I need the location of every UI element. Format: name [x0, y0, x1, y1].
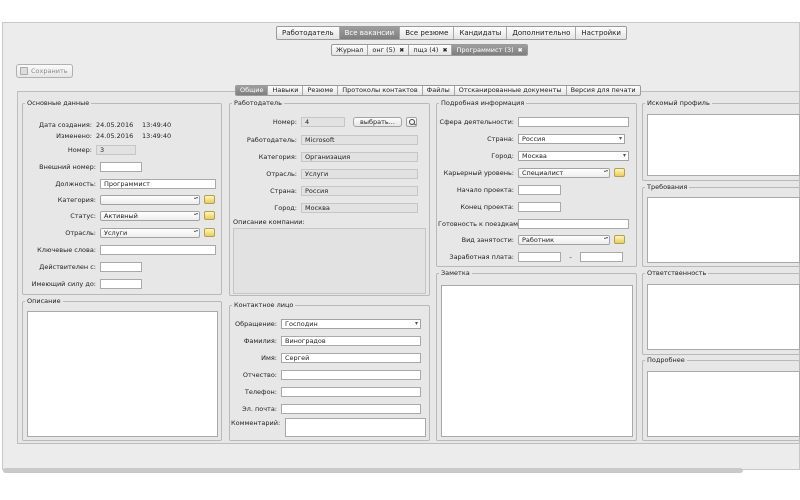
folder-icon[interactable]: [614, 168, 625, 177]
modified-date: 24.05.2016: [96, 131, 134, 140]
save-icon: [20, 67, 28, 75]
employer-name-field: Microsoft: [301, 134, 418, 145]
employer-city-field: Москва: [301, 202, 418, 213]
top-nav-employer[interactable]: Работодатель: [277, 27, 340, 39]
created-date: 24.05.2016: [96, 120, 134, 129]
position-input[interactable]: Программист: [100, 178, 216, 189]
doc-tab-journal[interactable]: Журнал: [332, 45, 369, 55]
company-description-label: Описание компании:: [233, 217, 305, 226]
description-textarea[interactable]: [27, 311, 218, 437]
first-name-input[interactable]: Сергей: [281, 352, 421, 363]
activity-field-input[interactable]: [518, 116, 629, 127]
save-button[interactable]: Сохранить: [16, 64, 73, 78]
phone-input[interactable]: [281, 386, 421, 397]
industry-select[interactable]: Услуги: [100, 227, 200, 238]
salary-to-input[interactable]: [580, 251, 623, 262]
career-level-select[interactable]: Специалист: [518, 167, 610, 178]
created-label: Дата создания:: [39, 120, 92, 129]
valid-until-input[interactable]: [100, 278, 142, 289]
doc-tab-programmer[interactable]: Программист (3) ✖: [452, 45, 527, 55]
tab-skills[interactable]: Навыки: [268, 86, 304, 95]
salary-from-input[interactable]: [518, 251, 561, 262]
company-description-textarea: [233, 228, 426, 294]
horizontal-scrollbar[interactable]: [3, 468, 743, 473]
folder-icon[interactable]: [614, 235, 625, 244]
document-tabs: Журнал онг (5) ✖ пщз (4) ✖ Программист (3)…: [331, 44, 528, 56]
project-start-input[interactable]: [518, 184, 561, 195]
tab-contact-protocols[interactable]: Протоколы контактов: [338, 86, 423, 95]
top-nav: Работодатель Все вакансии Все резюме Кан…: [276, 26, 627, 40]
folder-icon[interactable]: [204, 195, 215, 204]
vacancy-number-field: 3: [96, 144, 136, 155]
doc-tab-pshz[interactable]: пщз (4) ✖: [409, 45, 453, 55]
employer-category-field: Организация: [301, 151, 418, 162]
category-select[interactable]: [100, 194, 200, 205]
close-icon[interactable]: ✖: [442, 47, 447, 54]
external-number-input[interactable]: [100, 161, 142, 172]
email-input[interactable]: [281, 403, 421, 414]
doc-tab-ong[interactable]: онг (5) ✖: [368, 45, 410, 55]
section-tabs: Общие Навыки Резюме Протоколы контактов …: [235, 85, 641, 96]
status-select[interactable]: Активный: [100, 210, 200, 221]
top-nav-all-vacancies[interactable]: Все вакансии: [339, 27, 401, 39]
close-icon[interactable]: ✖: [518, 47, 523, 54]
created-time: 13:49:40: [142, 120, 172, 129]
comment-textarea[interactable]: [285, 418, 426, 437]
close-icon[interactable]: ✖: [399, 47, 404, 54]
choose-employer-button[interactable]: выбрать...: [353, 116, 402, 127]
project-end-input[interactable]: [518, 201, 561, 212]
folder-icon[interactable]: [204, 211, 215, 220]
salary-range-dash: -: [569, 252, 572, 261]
top-nav-candidates[interactable]: Кандидаты: [454, 27, 508, 39]
top-nav-additional[interactable]: Дополнительно: [507, 27, 577, 39]
desired-profile-textarea[interactable]: [647, 114, 800, 176]
tab-general[interactable]: Общие: [236, 86, 269, 95]
top-nav-settings[interactable]: Настройки: [576, 27, 626, 39]
employer-industry-field: Услуги: [301, 168, 418, 179]
modified-label: Изменено:: [56, 131, 92, 140]
more-details-textarea[interactable]: [647, 371, 800, 437]
employment-type-select[interactable]: Работник: [518, 234, 610, 245]
valid-from-input[interactable]: [100, 261, 142, 272]
folder-icon[interactable]: [204, 228, 215, 237]
employer-number-field: 4: [301, 116, 345, 127]
requirements-textarea[interactable]: [647, 197, 800, 263]
tab-resume[interactable]: Резюме: [303, 86, 339, 95]
employer-country-field: Россия: [301, 185, 418, 196]
tab-print-version[interactable]: Версия для печати: [567, 86, 640, 95]
city-select[interactable]: Москва: [518, 150, 629, 161]
travel-readiness-input[interactable]: [518, 218, 629, 229]
country-select[interactable]: Россия: [518, 133, 625, 144]
salutation-select[interactable]: Господин: [281, 318, 421, 329]
top-nav-all-resumes[interactable]: Все резюме: [400, 27, 455, 39]
search-icon[interactable]: [405, 116, 417, 127]
responsibility-textarea[interactable]: [647, 284, 800, 350]
note-textarea[interactable]: [441, 285, 633, 437]
tab-files[interactable]: Файлы: [423, 86, 455, 95]
patronymic-input[interactable]: [281, 369, 421, 380]
keywords-input[interactable]: [100, 244, 216, 255]
last-name-input[interactable]: Виноградов: [281, 335, 421, 346]
tab-scanned-docs[interactable]: Отсканированные документы: [455, 86, 567, 95]
modified-time: 13:49:40: [142, 131, 172, 140]
